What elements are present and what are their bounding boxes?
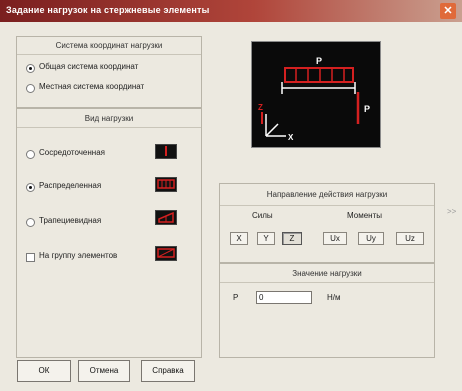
load-scheme-diagram: P P X Z [258, 56, 370, 142]
load-param-label: P [233, 293, 239, 302]
value-group: Значение нагрузки P 0 Н/м [219, 263, 435, 358]
trapezoid-radio[interactable] [26, 218, 35, 227]
moments-label: Моменты [347, 211, 382, 220]
trapezoid-label[interactable]: Трапециевидная [39, 216, 101, 225]
moment-uy-button[interactable]: Uy [358, 232, 384, 245]
forces-label: Силы [252, 211, 273, 220]
group-load-icon[interactable] [155, 246, 177, 261]
more-options-icon[interactable]: >> [447, 207, 456, 216]
direction-header: Направление действия нагрузки [266, 190, 388, 199]
force-y-button[interactable]: Y [257, 232, 275, 245]
load-unit-label: Н/м [327, 293, 341, 302]
scheme-axis-x: X [288, 133, 294, 142]
window-title: Задание нагрузок на стержневые элементы [6, 5, 210, 15]
distributed-label[interactable]: Распределенная [39, 181, 101, 190]
title-bar: Задание нагрузок на стержневые элементы … [0, 0, 462, 22]
cancel-button[interactable]: Отмена [78, 360, 130, 382]
trapezoid-load-icon[interactable] [155, 210, 177, 225]
concentrated-load-icon[interactable] [155, 144, 177, 159]
coords-global-label[interactable]: Общая система координат [39, 62, 138, 71]
load-type-header: Вид нагрузки [84, 114, 134, 123]
scheme-axis-z: Z [258, 103, 263, 112]
force-x-button[interactable]: X [230, 232, 248, 245]
trapezoid-load-glyph [158, 211, 174, 223]
coords-header: Система координат нагрузки [55, 41, 163, 50]
coords-local-label[interactable]: Местная система координат [39, 82, 144, 91]
load-value-input[interactable]: 0 [256, 291, 312, 304]
divider [220, 282, 434, 283]
group-elements-checkbox[interactable] [26, 253, 35, 262]
distributed-radio[interactable] [26, 183, 35, 192]
coords-local-radio[interactable] [26, 84, 35, 93]
concentrated-label[interactable]: Сосредоточенная [39, 148, 105, 157]
help-button[interactable]: Справка [141, 360, 195, 382]
distributed-load-icon[interactable] [155, 177, 177, 192]
moment-uz-button[interactable]: Uz [396, 232, 424, 245]
distributed-load-glyph [157, 179, 175, 189]
force-z-button[interactable]: Z [282, 232, 302, 245]
divider [17, 127, 201, 128]
concentrated-radio[interactable] [26, 150, 35, 159]
value-header: Значение нагрузки [292, 269, 362, 278]
load-type-group: Вид нагрузки Сосредоточенная Распределен… [16, 108, 202, 358]
concentrated-load-glyph [165, 146, 167, 156]
scheme-load-label: P [316, 56, 322, 66]
ok-button[interactable]: ОК [17, 360, 71, 382]
group-elements-label[interactable]: На группу элементов [39, 251, 117, 260]
scheme-point-label: P [364, 104, 370, 114]
coords-group: Система координат нагрузки Общая система… [16, 36, 202, 108]
divider [220, 205, 434, 206]
direction-group: Направление действия нагрузки Силы Момен… [219, 183, 435, 263]
divider [17, 54, 201, 55]
group-load-glyph [157, 248, 175, 258]
load-scheme-preview: P P X Z [251, 41, 381, 148]
dialog-window: Задание нагрузок на стержневые элементы … [0, 0, 462, 391]
coords-global-radio[interactable] [26, 64, 35, 73]
close-icon[interactable]: ✕ [440, 3, 456, 19]
moment-ux-button[interactable]: Ux [323, 232, 347, 245]
